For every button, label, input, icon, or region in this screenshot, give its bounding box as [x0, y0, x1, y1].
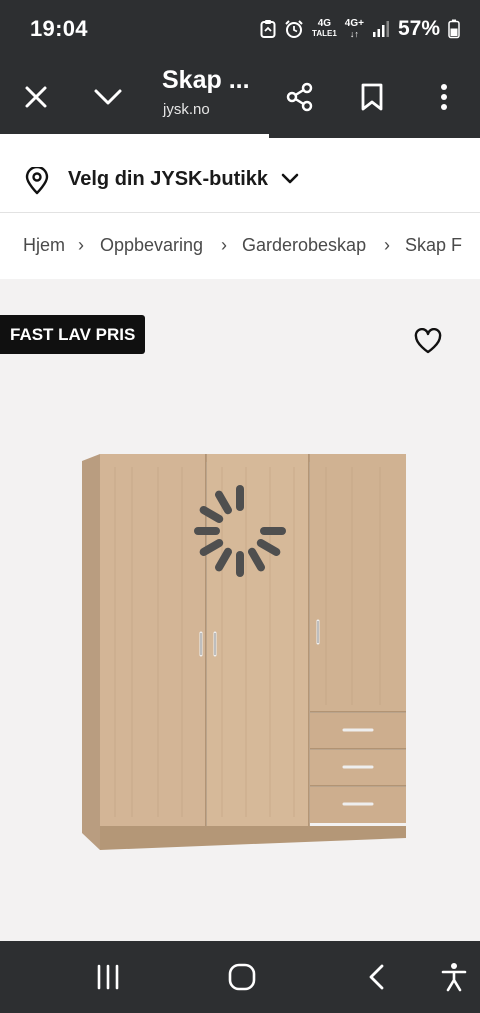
loading-spinner-icon — [194, 485, 286, 577]
home-button[interactable] — [218, 955, 266, 999]
heart-icon — [414, 328, 442, 354]
store-selector-label: Velg din JYSK-butikk — [68, 168, 269, 190]
breadcrumb: Hjem › Oppbevaring › Garderobeskap › Ska… — [0, 213, 480, 279]
share-icon — [286, 82, 313, 112]
spinner-spoke — [256, 539, 281, 556]
spinner-spoke — [248, 547, 265, 572]
bookmark-button[interactable] — [348, 73, 396, 121]
more-options-button[interactable] — [420, 73, 468, 121]
back-button[interactable] — [352, 955, 400, 999]
recent-apps-icon — [97, 964, 119, 990]
status-bar: 19:04 4G TALE1 4G+ ↓↑ 57% — [0, 0, 480, 60]
battery-percent: 57% — [397, 17, 440, 40]
add-to-favorites-button[interactable] — [410, 323, 446, 359]
breadcrumb-separator: › — [221, 235, 227, 255]
accessibility-icon — [441, 963, 467, 992]
share-button[interactable] — [276, 73, 324, 121]
system-navigation-bar — [0, 941, 480, 1013]
alarm-icon — [285, 20, 303, 38]
breadcrumb-item-current: Skap F — [405, 235, 463, 255]
home-icon — [228, 963, 256, 991]
breadcrumb-separator: › — [384, 235, 390, 255]
spinner-spoke — [199, 539, 224, 556]
close-icon — [25, 86, 47, 108]
recent-apps-button[interactable] — [84, 955, 132, 999]
spinner-spoke — [215, 490, 232, 515]
breadcrumb-item-garderobeskap[interactable]: Garderobeskap — [242, 235, 366, 256]
page-title: Skap ... — [162, 66, 250, 94]
status-time: 19:04 — [30, 16, 88, 41]
minimize-button[interactable] — [84, 73, 132, 121]
breadcrumb-item-home[interactable]: Hjem — [23, 235, 65, 256]
network-4g-indicator: 4G TALE1 — [312, 18, 337, 39]
store-selector[interactable]: Velg din JYSK-butikk — [0, 138, 480, 213]
back-icon — [369, 964, 384, 990]
more-vertical-icon — [441, 84, 447, 110]
breadcrumb-item-oppbevaring[interactable]: Oppbevaring — [100, 235, 203, 256]
location-pin-icon — [25, 167, 49, 195]
price-badge: FAST LAV PRIS — [0, 315, 146, 354]
custom-tab-toolbar: Skap ... jysk.no — [0, 60, 480, 134]
breadcrumb-separator: › — [78, 235, 84, 255]
status-icons: 4G TALE1 4G+ ↓↑ 57% — [260, 14, 460, 44]
bookmark-icon — [361, 83, 383, 111]
signal-strength-icon — [372, 21, 389, 37]
product-image-gallery[interactable]: FAST LAV PRIS — [0, 279, 480, 941]
page-url: jysk.no — [163, 101, 210, 118]
chevron-down-icon — [281, 173, 299, 184]
network-4g-plus-indicator: 4G+ ↓↑ — [344, 18, 364, 40]
chevron-down-icon — [94, 89, 122, 105]
accessibility-button[interactable] — [430, 955, 478, 999]
close-button[interactable] — [12, 73, 60, 121]
app-notification-icon — [260, 20, 276, 38]
spinner-spoke — [215, 547, 232, 572]
spinner-spoke — [199, 506, 224, 523]
battery-icon — [448, 19, 460, 39]
